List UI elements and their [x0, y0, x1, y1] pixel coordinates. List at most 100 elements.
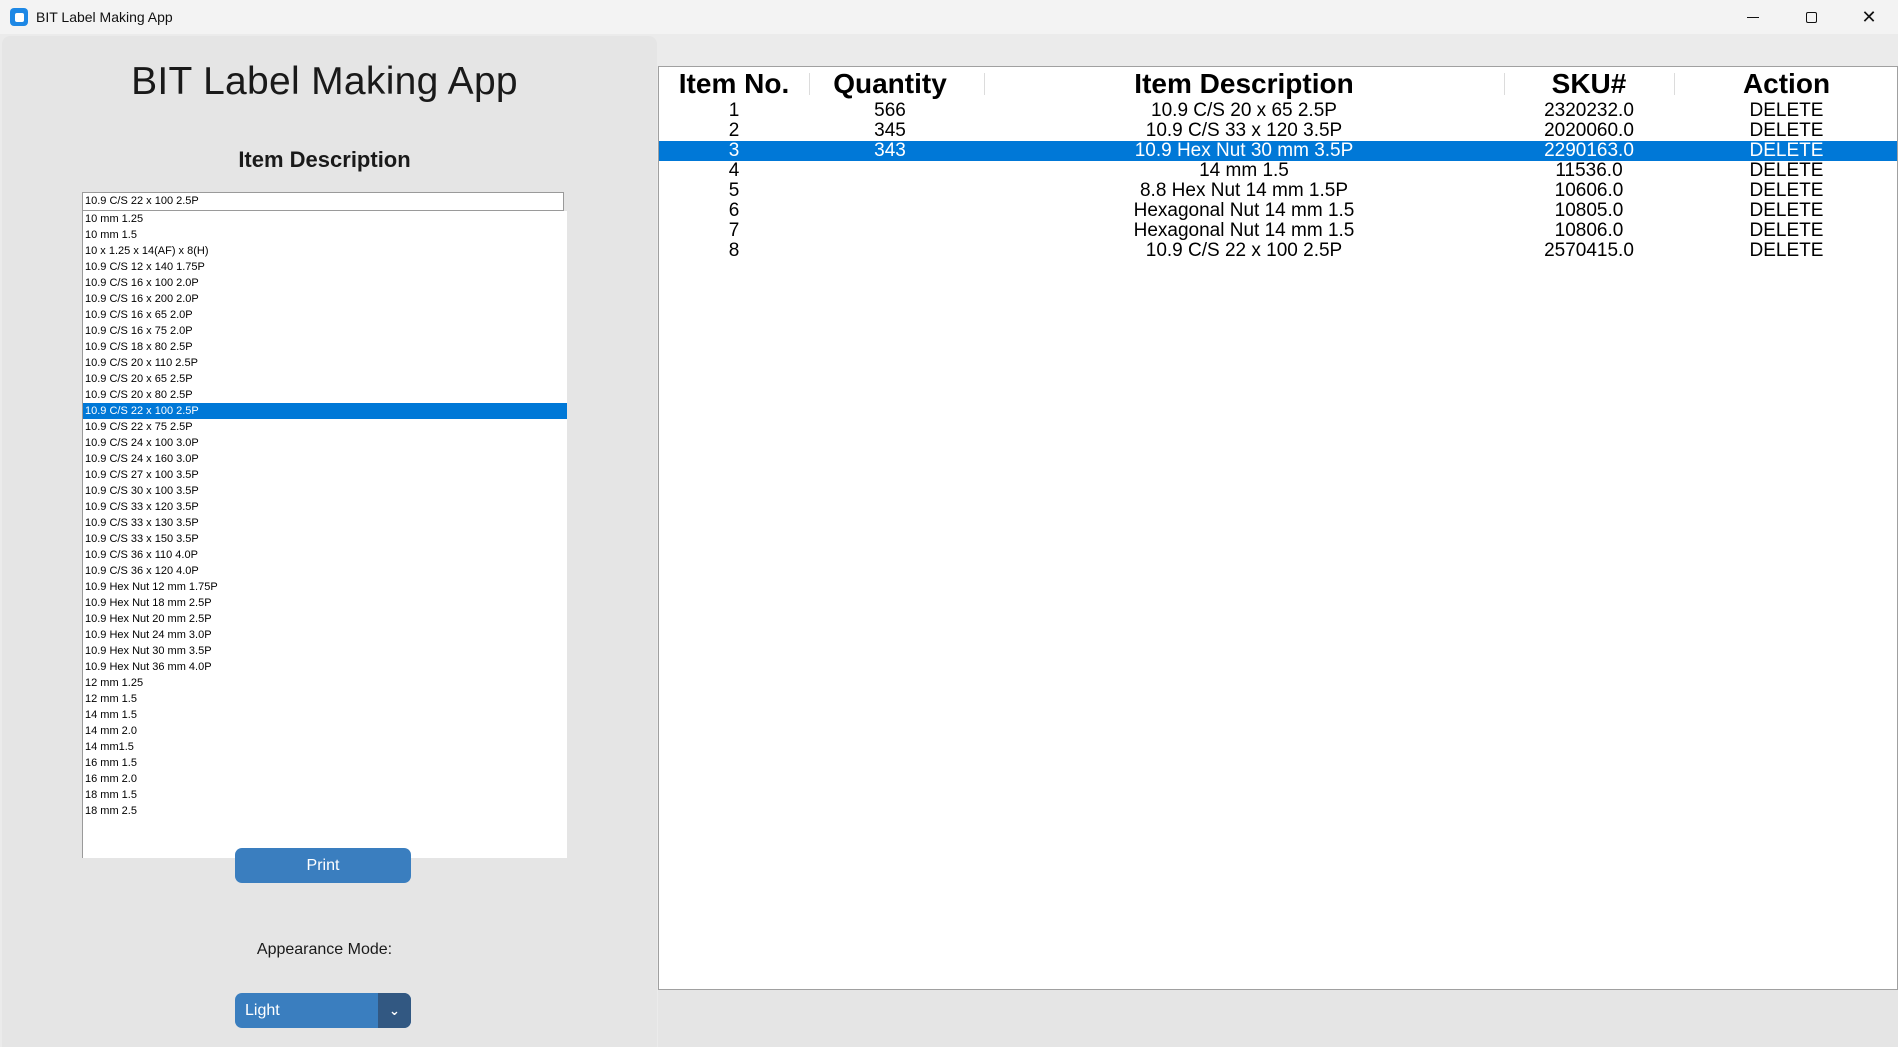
- delete-action[interactable]: DELETE: [1674, 241, 1897, 261]
- cell-description: 10.9 Hex Nut 30 mm 3.5P: [1134, 140, 1354, 161]
- list-item[interactable]: 10.9 C/S 33 x 120 3.5P: [83, 499, 567, 515]
- delete-action[interactable]: DELETE: [1674, 181, 1897, 201]
- left-panel: BIT Label Making App Item Description 10…: [2, 36, 657, 1047]
- header-item-description[interactable]: Item Description: [984, 67, 1504, 101]
- header-sku[interactable]: SKU#: [1504, 67, 1674, 101]
- list-item[interactable]: 10.9 C/S 22 x 75 2.5P: [83, 419, 567, 435]
- cell-quantity: [809, 181, 971, 201]
- list-item[interactable]: 10.9 C/S 18 x 80 2.5P: [83, 339, 567, 355]
- delete-action[interactable]: DELETE: [1674, 121, 1897, 141]
- table-row[interactable]: 5 8.8 Hex Nut 14 mm 1.5P 10606.0 DELETE: [659, 180, 1897, 201]
- cell-item-no: 5: [728, 180, 740, 201]
- item-description-entry[interactable]: 10.9 C/S 22 x 100 2.5P: [82, 192, 564, 211]
- window-controls: ✕: [1724, 0, 1898, 34]
- item-description-label: Item Description: [238, 147, 411, 172]
- print-button[interactable]: Print: [235, 848, 411, 883]
- list-item[interactable]: 10.9 C/S 33 x 150 3.5P: [83, 531, 567, 547]
- cell-sku: 2320232.0: [1544, 100, 1634, 121]
- cell-quantity: 566: [874, 100, 906, 121]
- table-row[interactable]: 1 566 10.9 C/S 20 x 65 2.5P 2320232.0 DELETE: [659, 100, 1897, 121]
- list-item[interactable]: 10.9 Hex Nut 18 mm 2.5P: [83, 595, 567, 611]
- list-item[interactable]: 10.9 C/S 27 x 100 3.5P: [83, 467, 567, 483]
- list-item[interactable]: 10.9 C/S 20 x 65 2.5P: [83, 371, 567, 387]
- header-item-no[interactable]: Item No.: [659, 67, 809, 101]
- list-item[interactable]: 18 mm 1.5: [83, 787, 567, 803]
- list-item[interactable]: 10.9 C/S 33 x 130 3.5P: [83, 515, 567, 531]
- table-row[interactable]: 6 Hexagonal Nut 14 mm 1.5 10805.0 DELETE: [659, 200, 1897, 221]
- chevron-down-icon[interactable]: ⌄: [378, 993, 411, 1028]
- header-divider: [1504, 73, 1505, 95]
- delete-action[interactable]: DELETE: [1674, 101, 1897, 121]
- list-item[interactable]: 14 mm 2.0: [83, 723, 567, 739]
- list-item[interactable]: 14 mm 1.5: [83, 707, 567, 723]
- list-item[interactable]: 10.9 C/S 16 x 200 2.0P: [83, 291, 567, 307]
- list-item[interactable]: 16 mm 2.0: [83, 771, 567, 787]
- appearance-mode-select[interactable]: Light ⌄: [235, 993, 411, 1028]
- table-row[interactable]: 3 343 10.9 Hex Nut 30 mm 3.5P 2290163.0 DELE…: [659, 140, 1897, 161]
- item-description-listbox[interactable]: 10 mm 1.25 10 mm 1.5 10 x 1.25 x 14(AF) x …: [82, 211, 567, 858]
- cell-item-no: 1: [728, 100, 740, 121]
- close-button[interactable]: ✕: [1840, 0, 1898, 34]
- minimize-icon: [1747, 16, 1759, 18]
- list-item[interactable]: 10.9 C/S 16 x 100 2.0P: [83, 275, 567, 291]
- list-item[interactable]: 10.9 C/S 24 x 160 3.0P: [83, 451, 567, 467]
- header-divider: [984, 73, 985, 95]
- list-item[interactable]: 12 mm 1.25: [83, 675, 567, 691]
- cell-description: 14 mm 1.5: [1199, 160, 1289, 181]
- cell-description: Hexagonal Nut 14 mm 1.5: [1133, 220, 1355, 241]
- list-item[interactable]: 10.9 C/S 12 x 140 1.75P: [83, 259, 567, 275]
- maximize-button[interactable]: [1782, 0, 1840, 34]
- cell-description: 10.9 C/S 20 x 65 2.5P: [1151, 100, 1337, 121]
- header-action[interactable]: Action: [1674, 67, 1897, 101]
- appearance-mode-value: Light: [245, 1002, 280, 1019]
- list-item[interactable]: 16 mm 1.5: [83, 755, 567, 771]
- list-item[interactable]: 10.9 Hex Nut 12 mm 1.75P: [83, 579, 567, 595]
- list-item[interactable]: 10.9 Hex Nut 30 mm 3.5P: [83, 643, 567, 659]
- list-item[interactable]: 14 mm1.5: [83, 739, 567, 755]
- list-item[interactable]: 10.9 C/S 16 x 75 2.0P: [83, 323, 567, 339]
- cell-description: 8.8 Hex Nut 14 mm 1.5P: [1139, 180, 1349, 201]
- cell-quantity: [809, 241, 971, 261]
- cell-sku: 10805.0: [1554, 200, 1624, 221]
- list-item[interactable]: 10.9 C/S 24 x 100 3.0P: [83, 435, 567, 451]
- delete-action[interactable]: DELETE: [1674, 141, 1897, 161]
- delete-action[interactable]: DELETE: [1674, 161, 1897, 181]
- title-bar[interactable]: BIT Label Making App ✕: [0, 0, 1898, 34]
- cell-item-no: 8: [728, 240, 740, 261]
- cell-item-no: 6: [728, 200, 740, 221]
- list-item[interactable]: 10.9 Hex Nut 36 mm 4.0P: [83, 659, 567, 675]
- cell-description: Hexagonal Nut 14 mm 1.5: [1133, 200, 1355, 221]
- table-row[interactable]: 4 14 mm 1.5 11536.0 DELETE: [659, 160, 1897, 181]
- header-divider: [1674, 73, 1675, 95]
- list-item[interactable]: 10.9 Hex Nut 24 mm 3.0P: [83, 627, 567, 643]
- cell-description: 10.9 C/S 33 x 120 3.5P: [1145, 120, 1343, 141]
- list-item[interactable]: 10 x 1.25 x 14(AF) x 8(H): [83, 243, 567, 259]
- delete-action[interactable]: DELETE: [1674, 221, 1897, 241]
- list-item[interactable]: 10.9 C/S 36 x 120 4.0P: [83, 563, 567, 579]
- cell-description: 10.9 C/S 22 x 100 2.5P: [1145, 240, 1343, 261]
- app-icon: [10, 8, 28, 26]
- app-window: BIT Label Making App ✕ BIT Label Making …: [0, 0, 1898, 1047]
- list-item[interactable]: 10.9 C/S 22 x 100 2.5P: [83, 403, 567, 419]
- appearance-mode-label: Appearance Mode:: [256, 941, 393, 958]
- maximize-icon: [1805, 11, 1817, 23]
- list-item[interactable]: 10.9 C/S 36 x 110 4.0P: [83, 547, 567, 563]
- list-item[interactable]: 10 mm 1.5: [83, 227, 567, 243]
- list-item[interactable]: 10.9 C/S 30 x 100 3.5P: [83, 483, 567, 499]
- list-item[interactable]: 10.9 Hex Nut 20 mm 2.5P: [83, 611, 567, 627]
- header-quantity[interactable]: Quantity: [809, 67, 971, 101]
- table-row[interactable]: 8 10.9 C/S 22 x 100 2.5P 2570415.0 DELETE: [659, 240, 1897, 261]
- table-row[interactable]: 7 Hexagonal Nut 14 mm 1.5 10806.0 DELETE: [659, 220, 1897, 241]
- cell-sku: 10606.0: [1554, 180, 1624, 201]
- list-item[interactable]: 10.9 C/S 16 x 65 2.0P: [83, 307, 567, 323]
- cell-quantity: [809, 161, 971, 181]
- list-item[interactable]: 10.9 C/S 20 x 110 2.5P: [83, 355, 567, 371]
- table-row[interactable]: 2 345 10.9 C/S 33 x 120 3.5P 2020060.0 DELET…: [659, 120, 1897, 141]
- list-item[interactable]: 12 mm 1.5: [83, 691, 567, 707]
- list-item[interactable]: 18 mm 2.5: [83, 803, 567, 819]
- list-item[interactable]: 10.9 C/S 20 x 80 2.5P: [83, 387, 567, 403]
- minimize-button[interactable]: [1724, 0, 1782, 34]
- delete-action[interactable]: DELETE: [1674, 201, 1897, 221]
- cell-quantity: [809, 201, 971, 221]
- list-item[interactable]: 10 mm 1.25: [83, 211, 567, 227]
